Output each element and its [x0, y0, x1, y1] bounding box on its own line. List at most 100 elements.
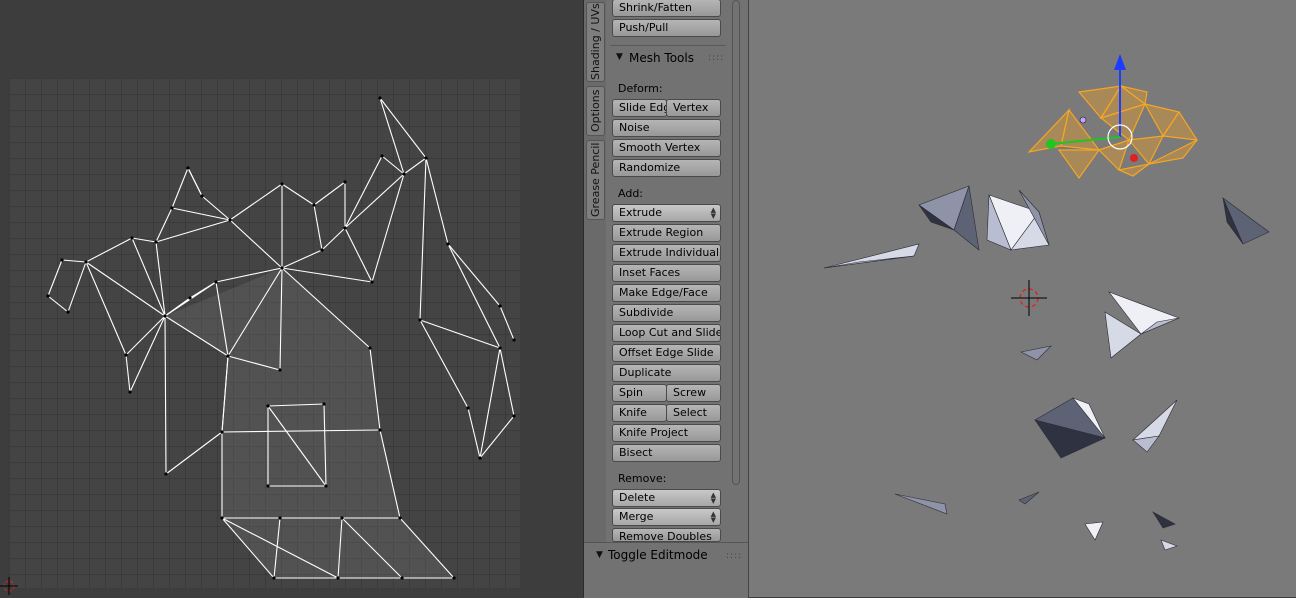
uv-vertex	[402, 172, 406, 176]
uv-vertex	[266, 484, 270, 488]
extrude-individual-button[interactable]: Extrude Individual	[612, 244, 721, 262]
remove-doubles-button[interactable]: Remove Doubles	[612, 528, 721, 542]
mesh-face[interactable]	[1084, 521, 1104, 541]
uv-vertex	[378, 428, 382, 432]
panel-grip-icon[interactable]: ::::	[726, 551, 742, 561]
mesh-face[interactable]	[1160, 539, 1178, 551]
uv-edge	[125, 354, 131, 393]
selected-mesh-face[interactable]	[1097, 139, 1130, 172]
uv-edge	[419, 319, 469, 409]
extrude-region-button[interactable]: Extrude Region	[612, 224, 721, 242]
uv-edge	[313, 181, 346, 206]
uv-vertex	[220, 516, 224, 520]
collapse-triangle-icon[interactable]: ▼	[596, 550, 603, 560]
dropdown-arrows-icon: ▲ ▼	[710, 206, 716, 220]
uv-vertex	[266, 404, 270, 408]
uv-edge	[344, 227, 373, 283]
uv-edge	[229, 219, 283, 269]
add-label: Add:	[618, 187, 644, 200]
tab-shading-uvs[interactable]: Shading / UVs	[586, 2, 605, 82]
toggle-editmode-title[interactable]: Toggle Editmode	[608, 548, 708, 562]
mesh-face[interactable]	[823, 243, 920, 269]
mesh-face[interactable]	[894, 493, 948, 515]
mesh-face[interactable]	[1018, 491, 1040, 505]
mesh-tools-panel-title[interactable]: Mesh Tools	[629, 51, 694, 65]
cursor-3d-icon[interactable]	[1011, 280, 1047, 316]
inset-faces-button[interactable]: Inset Faces	[612, 264, 721, 282]
uv-edge	[479, 415, 515, 459]
uv-vertex	[84, 260, 88, 264]
uv-vertex	[154, 240, 158, 244]
3d-viewport[interactable]	[748, 0, 1296, 597]
mesh-face[interactable]	[1132, 399, 1178, 441]
uv-vertex	[170, 206, 174, 210]
randomize-button[interactable]: Randomize	[612, 159, 721, 177]
make-edge-face-button[interactable]: Make Edge/Face	[612, 284, 721, 302]
delete-dropdown[interactable]: Delete ▲ ▼	[612, 489, 721, 507]
subdivide-button[interactable]: Subdivide	[612, 304, 721, 322]
duplicate-button[interactable]: Duplicate	[612, 364, 721, 382]
uv-vertex	[324, 484, 328, 488]
uv-edge	[344, 173, 405, 229]
uv-edge	[379, 97, 427, 159]
merge-dropdown[interactable]: Merge ▲ ▼	[612, 508, 721, 526]
screw-button[interactable]: Screw	[666, 384, 721, 402]
uv-vertex	[466, 406, 470, 410]
smooth-vertex-button[interactable]: Smooth Vertex	[612, 139, 721, 157]
uv-face	[222, 430, 400, 518]
knife-button[interactable]: Knife	[612, 404, 667, 422]
selected-mesh-face[interactable]	[1116, 163, 1150, 177]
uv-vertex	[46, 294, 50, 298]
tool-shelf: Shading / UVs Options Grease Pencil Shri…	[583, 0, 748, 598]
uv-cursor-icon[interactable]	[0, 577, 18, 595]
spin-button[interactable]: Spin	[612, 384, 667, 402]
uv-edge	[155, 207, 173, 243]
uv-vertex	[60, 258, 64, 262]
uv-vertex	[220, 430, 224, 434]
push-pull-button[interactable]: Push/Pull	[612, 19, 721, 37]
uv-vertex	[380, 154, 384, 158]
uv-edge	[229, 183, 283, 221]
dropdown-arrows-icon: ▲ ▼	[710, 510, 716, 524]
tool-shelf-scrollbar[interactable]	[732, 0, 740, 485]
mesh-face[interactable]	[1152, 511, 1176, 529]
selected-mesh-face[interactable]	[1057, 149, 1101, 180]
uv-edge	[155, 219, 231, 243]
uv-vertex	[278, 516, 282, 520]
noise-button[interactable]: Noise	[612, 119, 721, 137]
uv-edge	[129, 315, 166, 393]
uv-image-editor[interactable]	[0, 0, 583, 597]
uv-edge	[164, 315, 167, 475]
mesh-face[interactable]	[1020, 345, 1052, 361]
uv-layout	[0, 96, 516, 595]
offset-edge-slide-button[interactable]: Offset Edge Slide	[612, 344, 721, 362]
slide-edge-button[interactable]: Slide Edg	[612, 99, 667, 117]
uv-vertex	[164, 472, 168, 476]
uv-vertex	[343, 180, 347, 184]
knife-select-button[interactable]: Select	[666, 404, 721, 422]
knife-project-button[interactable]: Knife Project	[612, 424, 721, 442]
toggle-editmode-panel: ▼ Toggle Editmode ::::	[584, 542, 748, 598]
extrude-dropdown[interactable]: Extrude ▲ ▼	[612, 204, 721, 222]
uv-edge	[313, 204, 323, 251]
uv-vertex	[452, 576, 456, 580]
tab-options[interactable]: Options	[586, 86, 605, 136]
uv-edge	[171, 207, 231, 221]
tab-grease-pencil[interactable]: Grease Pencil	[586, 140, 605, 220]
uv-edge	[47, 295, 69, 313]
merge-label: Merge	[619, 510, 654, 523]
shrink-fatten-button[interactable]: Shrink/Fatten	[612, 0, 721, 17]
viewport-scene	[823, 54, 1270, 551]
uv-vertex	[280, 182, 284, 186]
uv-vertex	[424, 156, 428, 160]
uv-edge	[171, 167, 189, 209]
uv-vertex	[446, 242, 450, 246]
bisect-button[interactable]: Bisect	[612, 444, 721, 462]
uv-vertex	[272, 576, 276, 580]
uv-vertex	[336, 576, 340, 580]
collapse-triangle-icon[interactable]: ▼	[616, 52, 623, 62]
loop-cut-slide-button[interactable]: Loop Cut and Slide	[612, 324, 721, 342]
panel-grip-icon[interactable]: ::::	[708, 53, 724, 63]
vertex-slide-button[interactable]: Vertex	[666, 99, 721, 117]
uv-edge	[47, 259, 63, 297]
